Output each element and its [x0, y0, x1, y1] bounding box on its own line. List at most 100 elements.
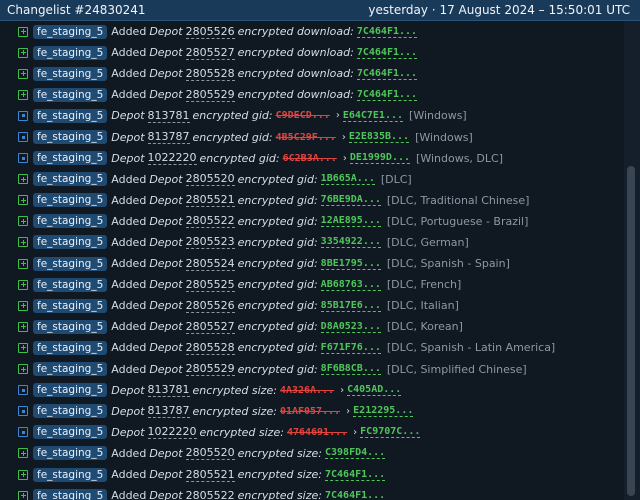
depot-label: Depot: [149, 67, 183, 81]
branch-tag[interactable]: fe_staging_5: [33, 193, 108, 208]
field-name: encrypted gid:: [192, 130, 273, 144]
depot-id-link[interactable]: 2805520: [185, 446, 235, 461]
depot-id-link[interactable]: 2805527: [185, 320, 235, 334]
new-value[interactable]: 7C464F1...: [356, 89, 418, 101]
depot-id-link[interactable]: 2805525: [185, 278, 235, 292]
depot-label: Depot: [149, 489, 183, 500]
plus-square-icon: [18, 258, 28, 269]
branch-tag[interactable]: fe_staging_5: [33, 66, 108, 81]
depot-id-link[interactable]: 2805529: [185, 362, 235, 377]
new-value[interactable]: D8A0523...: [320, 321, 381, 333]
action-label: Added: [111, 172, 147, 186]
new-value[interactable]: 8F6B8CB...: [320, 363, 381, 376]
depot-id-link[interactable]: 813781: [147, 109, 190, 123]
depot-label: Depot: [149, 46, 183, 60]
branch-tag[interactable]: fe_staging_5: [33, 108, 108, 123]
field-name: encrypted size:: [192, 383, 277, 397]
new-value[interactable]: 76BE9DA...: [320, 194, 381, 207]
chevron-right-icon: ›: [346, 405, 351, 417]
branch-tag[interactable]: fe_staging_5: [33, 130, 108, 145]
branch-tag[interactable]: fe_staging_5: [33, 235, 108, 250]
change-row: fe_staging_5 Depot 813781 encrypted gid: C9D…: [0, 105, 624, 126]
depot-id-link[interactable]: 2805521: [185, 468, 235, 482]
plus-square-icon: [18, 300, 28, 311]
new-value[interactable]: E64C7E1...: [342, 110, 404, 122]
new-value[interactable]: C398FD4...: [324, 447, 386, 460]
new-value[interactable]: 7C464F1...: [356, 68, 418, 80]
new-value[interactable]: F671F76...: [320, 342, 381, 354]
branch-tag[interactable]: fe_staging_5: [33, 87, 108, 102]
new-value[interactable]: DE1999D...: [349, 152, 411, 165]
depot-label: Depot: [149, 214, 183, 228]
branch-tag[interactable]: fe_staging_5: [33, 446, 108, 461]
depot-id-link[interactable]: 1022220: [147, 425, 197, 440]
branch-tag[interactable]: fe_staging_5: [33, 45, 108, 60]
branch-tag[interactable]: fe_staging_5: [33, 383, 108, 398]
new-value[interactable]: C405AD...: [347, 384, 402, 397]
depot-id-link[interactable]: 2805522: [185, 214, 235, 229]
depot-id-link[interactable]: 2805526: [185, 299, 235, 313]
branch-tag[interactable]: fe_staging_5: [33, 425, 108, 440]
field-name: encrypted gid:: [237, 214, 318, 228]
depot-id-link[interactable]: 2805526: [185, 25, 235, 39]
branch-tag[interactable]: fe_staging_5: [33, 172, 108, 187]
new-value[interactable]: E212295...: [353, 405, 414, 418]
branch-tag[interactable]: fe_staging_5: [33, 404, 108, 419]
new-value[interactable]: 3354922...: [320, 236, 381, 249]
branch-tag[interactable]: fe_staging_5: [33, 277, 108, 292]
branch-tag[interactable]: fe_staging_5: [33, 24, 108, 39]
depot-id-link[interactable]: 1022220: [147, 151, 197, 166]
change-row: fe_staging_5 Added Depot 2805528 encrypted g…: [0, 337, 624, 358]
depot-id-link[interactable]: 2805521: [185, 193, 235, 208]
branch-tag[interactable]: fe_staging_5: [33, 151, 108, 166]
new-value[interactable]: 7C464F1...: [356, 26, 418, 38]
field-name: encrypted gid:: [237, 299, 318, 313]
new-value[interactable]: E2E835B...: [348, 131, 410, 144]
action-label: Added: [111, 362, 147, 376]
new-value[interactable]: 1B665A...: [320, 173, 375, 186]
new-value[interactable]: 85B17E6...: [320, 300, 381, 312]
modified-square-icon: [18, 406, 28, 417]
field-name: encrypted size:: [192, 404, 277, 418]
new-value[interactable]: 7C464F1...: [325, 490, 385, 500]
change-row: fe_staging_5 Added Depot 2805526 encrypted g…: [0, 295, 624, 316]
depot-id-link[interactable]: 2805528: [185, 67, 235, 81]
plus-square-icon: [18, 89, 28, 100]
depot-id-link[interactable]: 2805520: [185, 172, 235, 187]
plus-square-icon: [18, 364, 28, 375]
branch-tag[interactable]: fe_staging_5: [33, 256, 108, 271]
depot-id-link[interactable]: 813787: [147, 404, 190, 419]
change-row: fe_staging_5 Added Depot 2805527 encrypted g…: [0, 316, 624, 337]
depot-label: Depot: [111, 109, 145, 123]
depot-id-link[interactable]: 813787: [147, 130, 190, 145]
branch-tag[interactable]: fe_staging_5: [33, 362, 108, 377]
new-value[interactable]: 7C464F1...: [324, 469, 386, 481]
branch-tag[interactable]: fe_staging_5: [33, 340, 108, 355]
scrollbar-thumb[interactable]: [627, 166, 635, 496]
new-value[interactable]: 7C464F1...: [356, 47, 418, 59]
depot-id-link[interactable]: 2805522: [186, 489, 235, 500]
depot-id-link[interactable]: 813781: [147, 383, 190, 398]
branch-tag[interactable]: fe_staging_5: [33, 214, 108, 229]
field-name: encrypted gid:: [237, 341, 318, 355]
new-value[interactable]: 12AE895...: [320, 215, 381, 228]
branch-tag[interactable]: fe_staging_5: [33, 467, 108, 482]
change-row: fe_staging_5 Added Depot 2805520 encrypted s…: [0, 443, 624, 464]
branch-tag[interactable]: fe_staging_5: [33, 298, 108, 313]
depot-id-link[interactable]: 2805529: [185, 88, 235, 102]
new-value[interactable]: 8BE1795...: [320, 258, 381, 270]
branch-tag[interactable]: fe_staging_5: [33, 488, 108, 500]
new-value[interactable]: FC9707C...: [360, 426, 421, 439]
depot-id-link[interactable]: 2805527: [185, 46, 235, 60]
field-name: encrypted download:: [237, 25, 354, 39]
depot-id-link[interactable]: 2805528: [185, 341, 235, 355]
field-name: encrypted gid:: [237, 362, 318, 376]
action-label: Added: [111, 468, 147, 482]
scrollbar[interactable]: [624, 21, 640, 500]
action-label: Added: [111, 278, 147, 292]
depot-id-link[interactable]: 2805524: [185, 257, 235, 271]
depot-id-link[interactable]: 2805523: [185, 235, 235, 250]
new-value[interactable]: AB68763...: [320, 279, 381, 291]
branch-tag[interactable]: fe_staging_5: [33, 319, 108, 334]
field-name: encrypted gid:: [237, 320, 318, 334]
